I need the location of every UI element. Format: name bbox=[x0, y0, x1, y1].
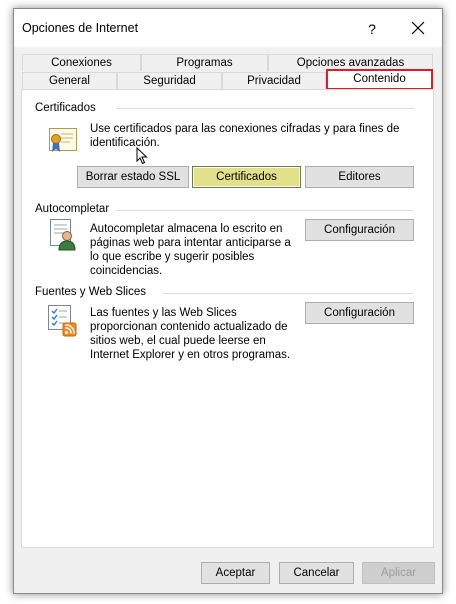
feeds-section-title: Fuentes y Web Slices bbox=[35, 286, 147, 298]
certificates-section-title: Certificados bbox=[35, 102, 96, 114]
tab-conexiones[interactable]: Conexiones bbox=[22, 54, 141, 71]
tab-contenido[interactable]: Contenido bbox=[326, 69, 433, 90]
tab-panel-contenido: Certificados Use certificados para las c… bbox=[21, 89, 434, 548]
autocomplete-description-line3: lo que escribe y sugerir posibles bbox=[90, 251, 255, 263]
feeds-description-line3: sitios web, el cual puede leerse en bbox=[90, 335, 266, 347]
feeds-divider bbox=[162, 293, 414, 294]
tab-programas[interactable]: Programas bbox=[141, 54, 268, 71]
feeds-icon bbox=[48, 305, 77, 337]
close-button[interactable] bbox=[406, 18, 430, 40]
autocomplete-settings-button[interactable]: Configuración bbox=[305, 219, 414, 241]
close-icon bbox=[411, 21, 425, 35]
title-bar: Opciones de Internet ? bbox=[14, 9, 442, 47]
certificates-description-line2: identificación. bbox=[90, 137, 160, 149]
certificates-divider bbox=[116, 108, 414, 109]
autocomplete-icon bbox=[50, 219, 76, 251]
internet-options-dialog: Opciones de Internet ? Conexiones Progra… bbox=[13, 8, 443, 594]
tab-privacidad[interactable]: Privacidad bbox=[222, 72, 326, 89]
feeds-description-line4: Internet Explorer y en otros programas. bbox=[90, 349, 291, 361]
feeds-description-line2: proporcionan contenido actualizado de bbox=[90, 321, 288, 333]
ok-button[interactable]: Aceptar bbox=[201, 562, 270, 584]
certificates-button[interactable]: Certificados bbox=[192, 166, 301, 188]
tab-general[interactable]: General bbox=[22, 72, 117, 89]
clear-ssl-state-button[interactable]: Borrar estado SSL bbox=[77, 166, 189, 188]
autocomplete-description-line2: páginas web para intentar anticiparse a bbox=[90, 237, 291, 249]
publishers-button[interactable]: Editores bbox=[305, 166, 414, 188]
help-button[interactable]: ? bbox=[360, 18, 384, 40]
feeds-description-line1: Las fuentes y las Web Slices bbox=[90, 307, 237, 319]
mouse-cursor-icon bbox=[136, 147, 148, 165]
window-title: Opciones de Internet bbox=[22, 21, 139, 35]
autocomplete-description-line1: Autocompletar almacena lo escrito en bbox=[90, 223, 283, 235]
autocomplete-section-title: Autocompletar bbox=[35, 203, 110, 215]
autocomplete-divider bbox=[116, 210, 414, 211]
certificate-icon bbox=[49, 128, 77, 152]
tab-seguridad[interactable]: Seguridad bbox=[117, 72, 222, 89]
feeds-settings-button[interactable]: Configuración bbox=[305, 302, 414, 324]
autocomplete-description-line4: coincidencias. bbox=[90, 265, 163, 277]
cancel-button[interactable]: Cancelar bbox=[279, 562, 354, 584]
certificates-description-line1: Use certificados para las conexiones cif… bbox=[90, 123, 400, 135]
apply-button: Aplicar bbox=[362, 562, 435, 584]
